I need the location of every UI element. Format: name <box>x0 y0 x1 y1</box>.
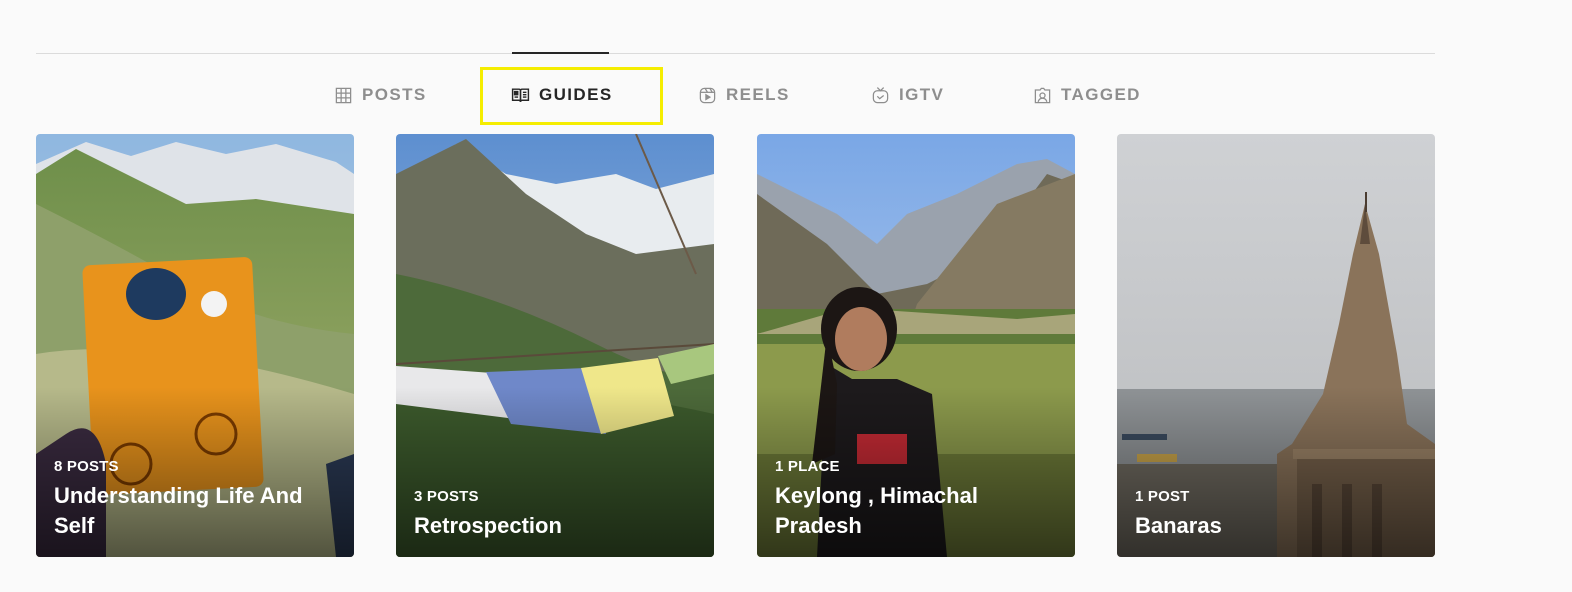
guide-title: Keylong , Himachal Pradesh <box>775 483 978 538</box>
tab-tagged-label: TAGGED <box>1061 85 1141 104</box>
guide-count: 8 POSTS <box>54 458 119 475</box>
guide-card[interactable]: 8 POSTS Understanding Life And Self <box>36 134 354 557</box>
guide-card[interactable]: 1 PLACE Keylong , Himachal Pradesh <box>757 134 1075 557</box>
tagged-icon <box>1033 86 1052 105</box>
tabs-divider <box>36 53 1435 54</box>
grid-icon <box>334 86 353 105</box>
tab-igtv-label: IGTV <box>899 85 945 104</box>
tab-reels[interactable]: REELS <box>698 80 790 110</box>
tab-posts[interactable]: POSTS <box>334 80 427 110</box>
guide-count: 1 PLACE <box>775 458 840 475</box>
guide-count: 1 POST <box>1135 488 1190 505</box>
tab-igtv[interactable]: IGTV <box>871 80 944 110</box>
tab-reels-label: REELS <box>726 85 790 104</box>
guide-count: 3 POSTS <box>414 488 479 505</box>
tab-tagged[interactable]: TAGGED <box>1033 80 1141 110</box>
guide-title: Retrospection <box>414 513 562 538</box>
guide-title: Banaras <box>1135 513 1222 538</box>
tab-posts-label: POSTS <box>362 85 427 104</box>
guide-card[interactable]: 1 POST Banaras <box>1117 134 1435 557</box>
guide-title: Understanding Life And Self <box>54 483 303 538</box>
igtv-icon <box>871 86 890 105</box>
reels-icon <box>698 86 717 105</box>
guides-tab-highlight <box>480 67 663 125</box>
active-tab-indicator <box>512 52 609 54</box>
guide-card[interactable]: 3 POSTS Retrospection <box>396 134 714 557</box>
